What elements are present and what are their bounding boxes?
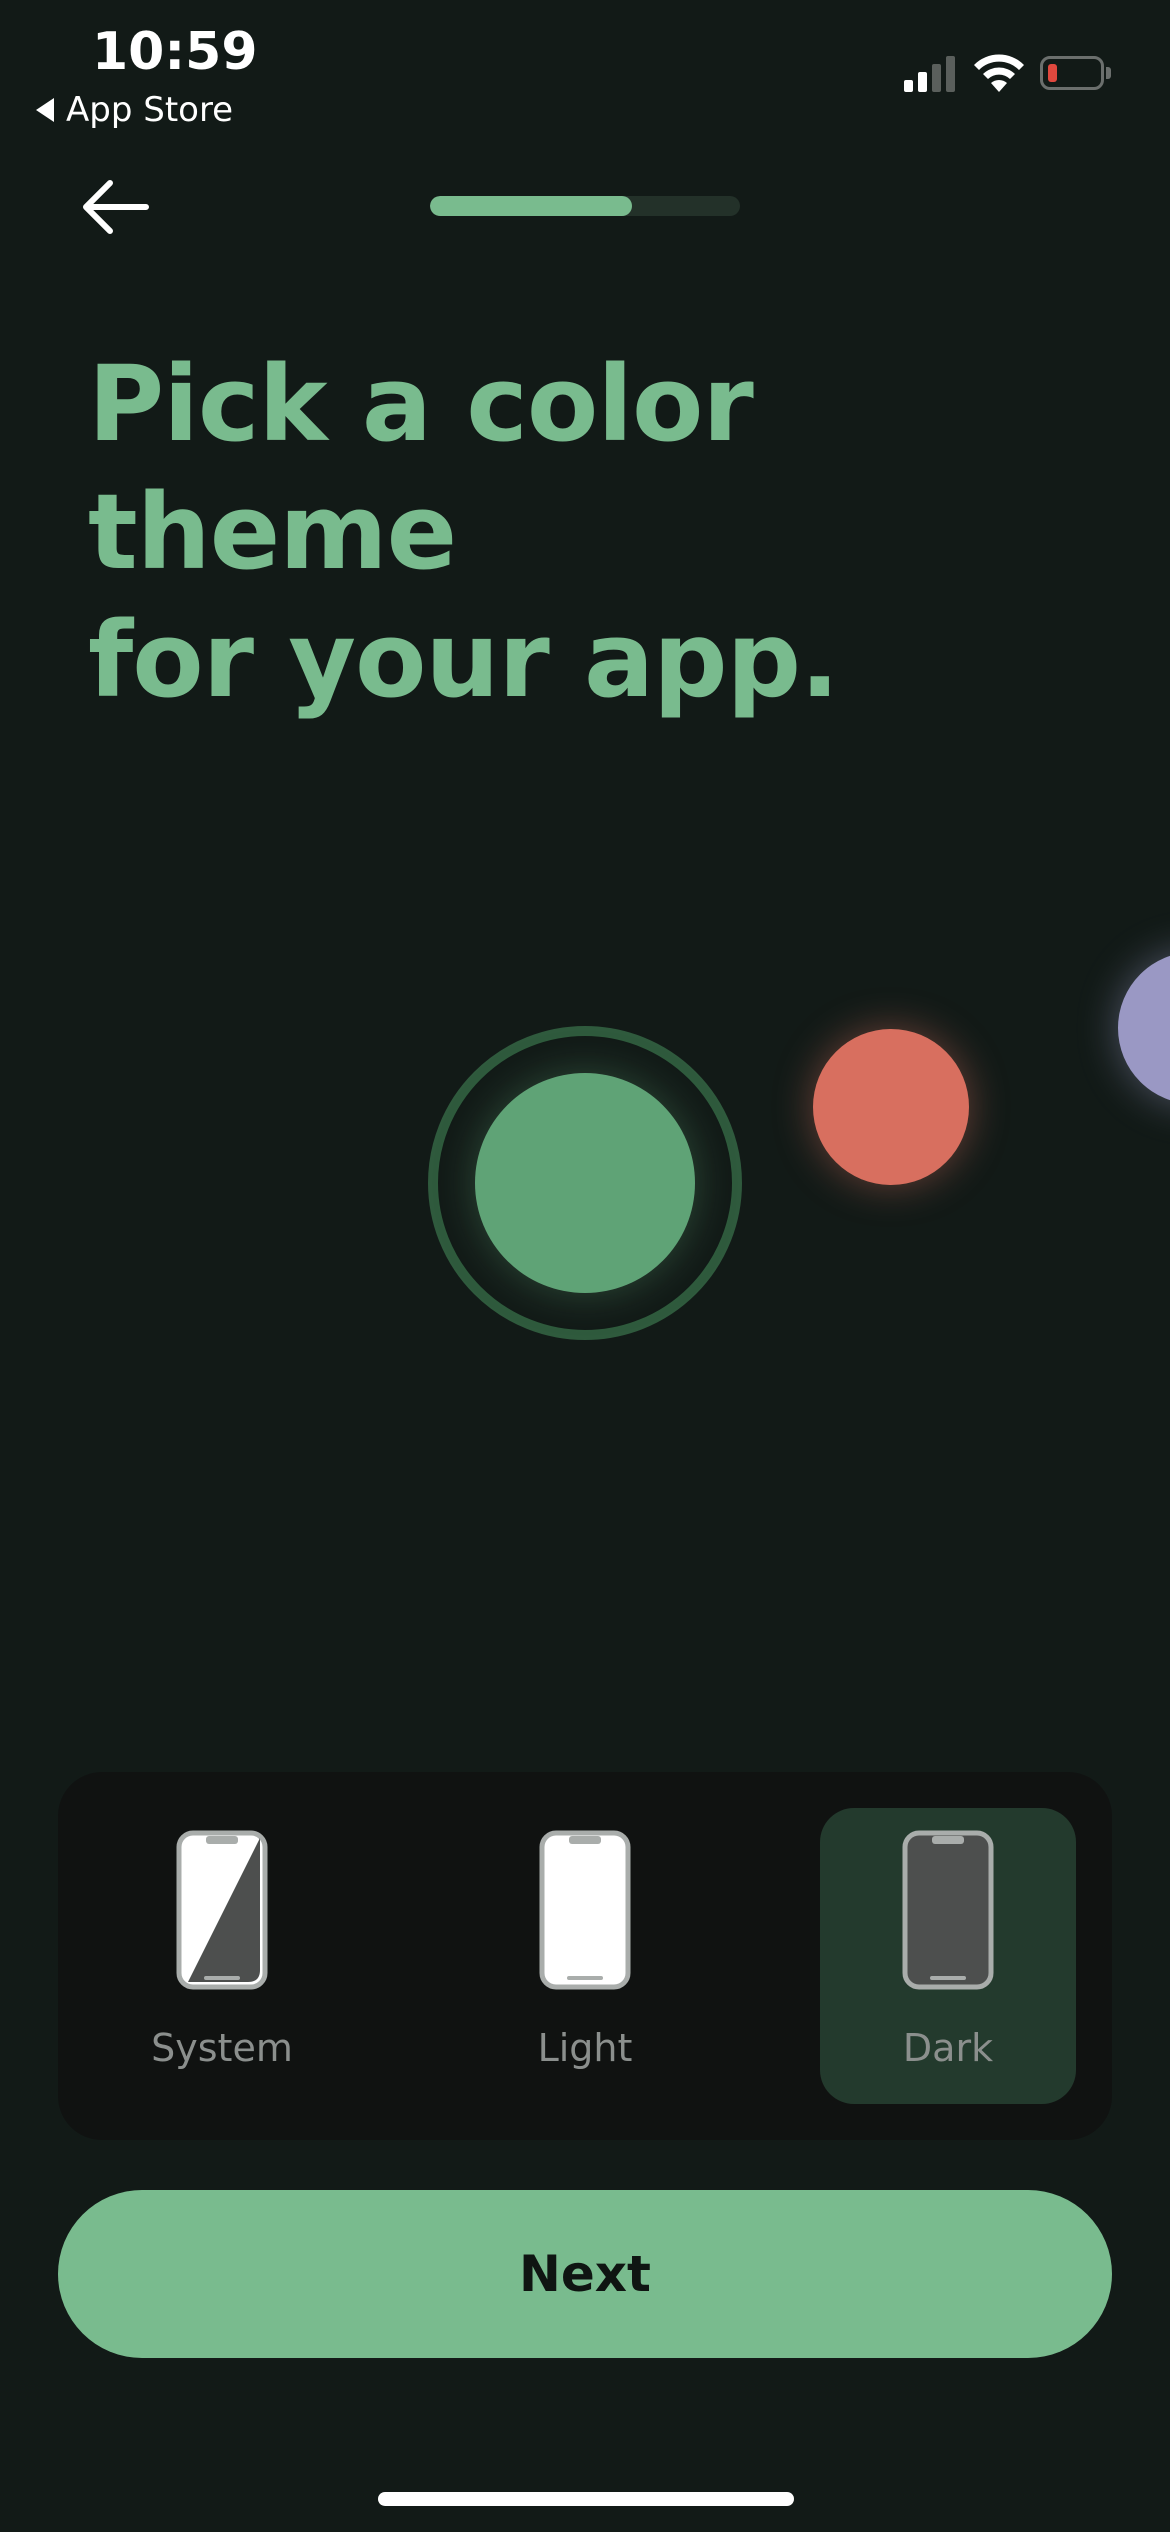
progress-fill xyxy=(430,196,632,216)
phone-dark-icon xyxy=(902,1830,994,1990)
next-button[interactable]: Next xyxy=(58,2190,1112,2358)
appearance-selector: System Light Dark xyxy=(58,1772,1112,2140)
theme-option-label: System xyxy=(151,2026,293,2070)
title-line-1: Pick a color theme xyxy=(88,343,754,593)
back-app-label: App Store xyxy=(66,90,234,130)
theme-option-label: Dark xyxy=(902,2026,994,2070)
wifi-icon xyxy=(974,54,1024,92)
color-swatch-green-fill xyxy=(475,1073,695,1293)
color-swatch-coral[interactable] xyxy=(813,1029,969,1185)
phone-light-icon xyxy=(539,1830,631,1990)
color-swatch-lavender[interactable] xyxy=(1118,952,1170,1104)
theme-option-system[interactable]: System xyxy=(94,1808,350,2104)
theme-option-label: Light xyxy=(537,2026,633,2070)
home-indicator xyxy=(378,2492,794,2506)
battery-level xyxy=(1048,64,1057,82)
color-swatch-green-selected[interactable] xyxy=(428,1026,742,1340)
onboarding-progress-bar xyxy=(430,196,740,216)
back-button[interactable] xyxy=(72,170,156,244)
cellular-signal-icon xyxy=(904,56,955,92)
page-title: Pick a color theme for your app. xyxy=(88,340,1088,724)
back-triangle-icon xyxy=(36,98,54,122)
screen: 10:59 App Store Pick a color theme for y… xyxy=(0,0,1170,2532)
theme-option-dark[interactable]: Dark xyxy=(820,1808,1076,2104)
title-line-2: for your app. xyxy=(88,599,840,721)
arrow-left-icon xyxy=(83,180,149,234)
theme-option-light[interactable]: Light xyxy=(457,1808,713,2104)
status-time: 10:59 xyxy=(92,22,258,82)
back-to-app-store-link[interactable]: App Store xyxy=(36,90,233,130)
battery-icon xyxy=(1040,56,1111,90)
phone-system-icon xyxy=(176,1830,268,1990)
